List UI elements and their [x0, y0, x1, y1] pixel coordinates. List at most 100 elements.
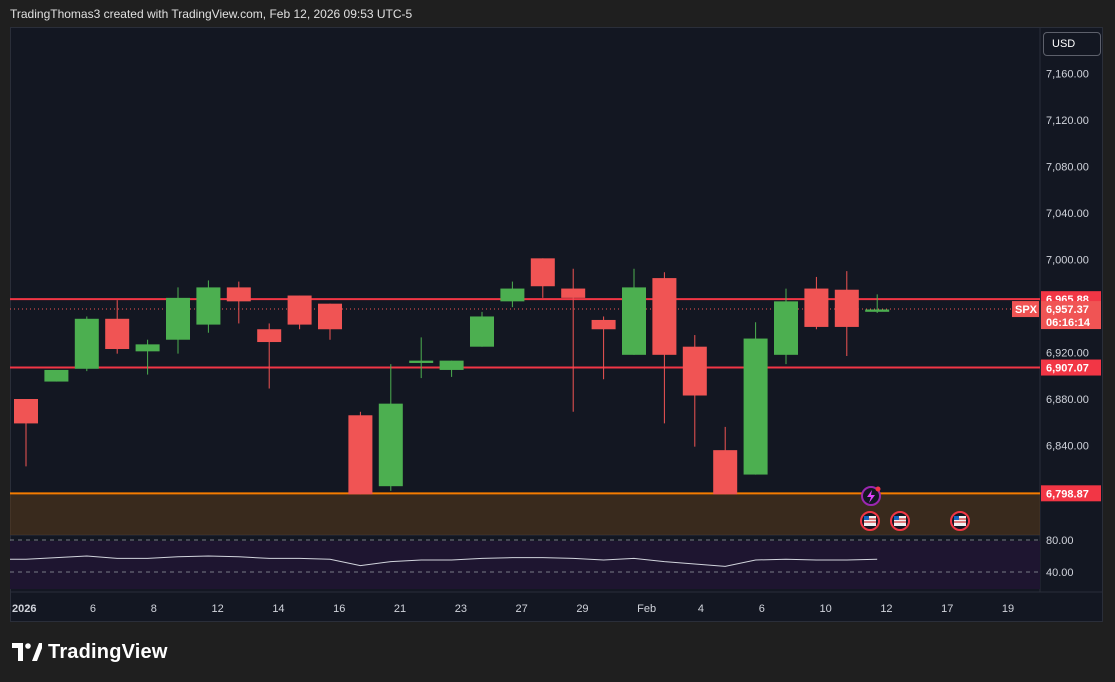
candle: [470, 311, 494, 347]
horizontal-levels: [10, 298, 1040, 535]
oscillator-pane: [10, 539, 1040, 589]
tradingview-logo-icon: [12, 643, 42, 661]
price-tick: 6,840.00: [1046, 441, 1089, 453]
countdown-text: 06:16:14: [1046, 317, 1091, 329]
price-tick: 7,000.00: [1046, 255, 1089, 267]
level-label: 6,798.87: [1041, 485, 1101, 502]
chart-attribution: TradingThomas3 created with TradingView.…: [10, 7, 413, 21]
time-axis[interactable]: 2026 6 8 12 14 16 21 23 27 29 Feb 4 6 10 12 17 19: [12, 603, 1014, 615]
time-tick: 12: [880, 603, 892, 615]
candle: [105, 300, 130, 354]
candle-body: [591, 319, 616, 330]
time-tick: 19: [1002, 603, 1014, 615]
candle: [135, 339, 160, 375]
candle: [257, 323, 282, 389]
candle-body: [226, 287, 251, 302]
candle-body: [713, 450, 738, 495]
candles: [14, 258, 890, 495]
candle: [804, 276, 829, 330]
candle-body: [652, 278, 677, 355]
candle-body: [196, 287, 221, 325]
time-tick: 21: [394, 603, 406, 615]
level-label-text: 6,798.87: [1046, 488, 1089, 500]
symbol-label-text: SPX: [1015, 304, 1038, 316]
candle: [318, 303, 342, 340]
candle-body: [378, 403, 403, 487]
time-tick: 6: [90, 603, 96, 615]
candle: [166, 287, 190, 354]
candle-body: [74, 318, 99, 369]
candle-body: [409, 360, 434, 363]
candle: [652, 272, 677, 424]
last-price-text: 6,957.37: [1046, 304, 1089, 316]
candle-body: [287, 295, 312, 325]
time-tick: Feb: [637, 603, 656, 615]
candle: [561, 268, 586, 412]
time-tick: 17: [941, 603, 953, 615]
lightning-dot: [875, 486, 881, 492]
candle: [743, 322, 768, 475]
currency-button[interactable]: USD: [1043, 32, 1101, 56]
candle: [530, 258, 555, 298]
candle-body: [318, 303, 342, 330]
candle: [196, 280, 221, 333]
price-tick: 7,040.00: [1046, 208, 1089, 220]
candlestick-chart[interactable]: 6,840.00 6,880.00 6,920.00 7,000.00 7,040.00…: [10, 27, 1103, 622]
oscillator-tick: 80.00: [1046, 535, 1074, 547]
candle: [500, 281, 525, 308]
candle: [622, 268, 646, 355]
level-label-text: 6,907.07: [1046, 363, 1089, 375]
candle-body: [561, 288, 586, 298]
candle-body: [257, 329, 282, 343]
candle-body: [834, 289, 859, 327]
candle-body: [439, 360, 464, 370]
price-tick: 7,160.00: [1046, 69, 1089, 81]
time-tick: 27: [516, 603, 528, 615]
candle: [74, 316, 99, 372]
time-tick: 8: [151, 603, 157, 615]
usa-flag-icon: [890, 511, 910, 531]
candle-body: [470, 316, 494, 347]
candle: [378, 364, 403, 491]
candle-body: [622, 287, 646, 355]
lightning-icon: [861, 486, 881, 506]
price-tick: 7,080.00: [1046, 162, 1089, 174]
symbol-label: SPX: [1012, 301, 1039, 318]
candle-body: [865, 309, 890, 312]
candle-body: [14, 399, 38, 424]
time-tick: 10: [820, 603, 832, 615]
candle-body: [348, 415, 373, 495]
usa-flag-icon: [860, 511, 880, 531]
candle-body: [774, 301, 798, 355]
price-tick: 6,880.00: [1046, 394, 1089, 406]
candle-body: [105, 318, 130, 350]
candle: [348, 411, 373, 495]
candle: [226, 281, 251, 324]
time-tick: 29: [576, 603, 588, 615]
level-label: 6,907.07: [1041, 359, 1101, 376]
price-tick: 7,120.00: [1046, 115, 1089, 127]
time-tick: 23: [455, 603, 467, 615]
candle: [834, 271, 859, 356]
tradingview-brand[interactable]: TradingView: [12, 640, 168, 664]
flag-canton: [864, 516, 869, 520]
candle: [865, 294, 890, 313]
candle-body: [166, 297, 190, 340]
candle-body: [682, 346, 707, 396]
candle-body: [44, 369, 69, 382]
candle-body: [500, 288, 525, 302]
time-tick: 16: [333, 603, 345, 615]
candle: [713, 426, 738, 495]
usa-flag-icon: [950, 511, 970, 531]
candle: [682, 335, 707, 447]
oscillator-tick: 40.00: [1046, 567, 1074, 579]
support-zone: [10, 493, 1040, 535]
candle-body: [743, 338, 768, 475]
candle: [14, 399, 38, 467]
flag-canton: [894, 516, 899, 520]
flag-canton: [954, 516, 959, 520]
candle-body: [135, 344, 160, 352]
candle: [591, 316, 616, 380]
candle: [409, 337, 434, 379]
time-tick: 4: [698, 603, 704, 615]
